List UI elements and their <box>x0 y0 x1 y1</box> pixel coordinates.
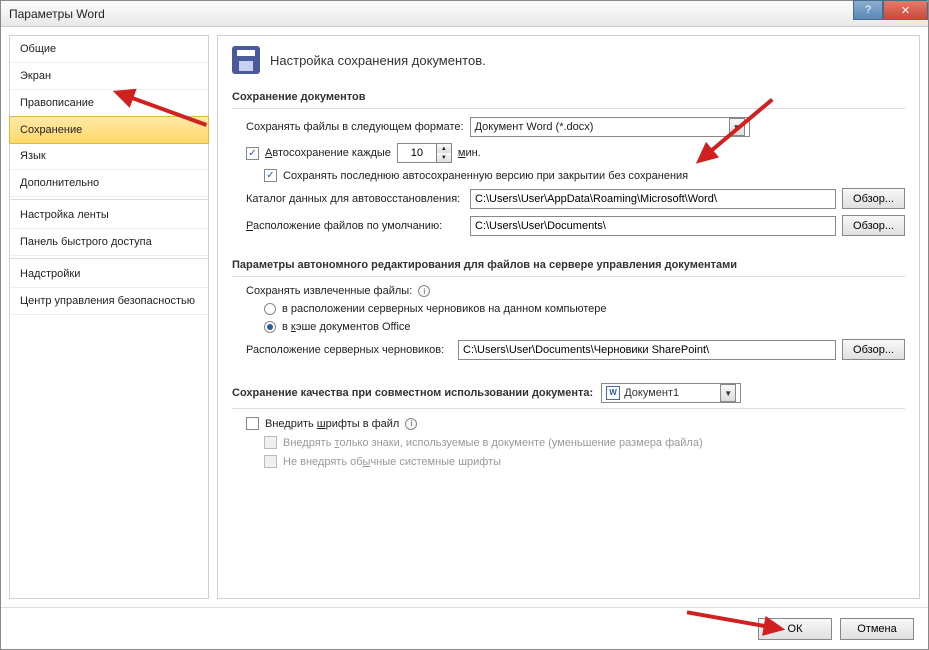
ok-button[interactable]: ОК <box>758 618 832 640</box>
dialog-footer: ОК Отмена <box>1 607 928 649</box>
embed-fonts-checkbox[interactable] <box>246 417 259 430</box>
server-drafts-label: Расположение серверных черновиков: <box>246 344 452 356</box>
save-icon <box>232 46 260 74</box>
keep-last-autosave-label: Сохранять последнюю автосохраненную верс… <box>283 170 688 182</box>
page-title: Настройка сохранения документов. <box>270 53 486 68</box>
sidebar-item-ribbon[interactable]: Настройка ленты <box>10 202 208 229</box>
chevron-down-icon: ▼ <box>729 118 745 136</box>
autosave-checkbox[interactable] <box>246 147 259 160</box>
sidebar: Общие Экран Правописание Сохранение Язык… <box>9 35 209 599</box>
radio-server-drafts-local-label: в расположении серверных черновиков на д… <box>282 303 606 315</box>
save-format-select[interactable]: Документ Word (*.docx) ▼ <box>470 117 750 137</box>
window-title: Параметры Word <box>5 7 105 21</box>
autosave-label: ААвтосохранение каждыевтосохранение кажд… <box>265 147 391 159</box>
titlebar: Параметры Word ? ✕ <box>1 1 928 27</box>
radio-office-cache[interactable] <box>264 321 276 333</box>
browse-server-drafts-button[interactable]: Обзор... <box>842 339 905 360</box>
default-location-label: Расположение файлов по умолчанию: <box>246 220 464 232</box>
window-controls: ? ✕ <box>853 0 928 20</box>
embed-only-used-checkbox <box>264 436 277 449</box>
dialog-body: Общие Экран Правописание Сохранение Язык… <box>1 27 928 607</box>
save-format-label: Сохранять файлы в следующем формате: <box>246 121 464 133</box>
section-save-docs: Сохранение документов <box>232 86 905 109</box>
default-location-input[interactable] <box>470 216 836 236</box>
no-system-fonts-label: Не внедрять обычные системные шрифты <box>283 456 501 468</box>
info-icon[interactable]: i <box>418 285 430 297</box>
chevron-down-icon: ▼ <box>720 384 736 402</box>
info-icon[interactable]: i <box>405 418 417 430</box>
cancel-button[interactable]: Отмена <box>840 618 914 640</box>
autorecover-path-label: Каталог данных для автовосстановления: <box>246 193 464 205</box>
sidebar-item-addins[interactable]: Надстройки <box>10 261 208 288</box>
autorecover-path-input[interactable] <box>470 189 836 209</box>
browse-default-button[interactable]: Обзор... <box>842 215 905 236</box>
section-offline-edit: Параметры автономного редактирования для… <box>232 254 905 277</box>
server-drafts-input[interactable] <box>458 340 836 360</box>
sidebar-item-trust[interactable]: Центр управления безопасностью <box>10 288 208 315</box>
sidebar-item-display[interactable]: Экран <box>10 63 208 90</box>
radio-office-cache-label: в кэше документов Office <box>282 321 411 333</box>
spinner-up[interactable]: ▲ <box>437 144 451 153</box>
autosave-interval-spinner[interactable]: ▲ ▼ <box>397 143 452 163</box>
save-checked-files-label: Сохранять извлеченные файлы: <box>246 285 412 297</box>
sidebar-item-save[interactable]: Сохранение <box>9 116 209 144</box>
options-dialog: Параметры Word ? ✕ Общие Экран Правописа… <box>0 0 929 650</box>
close-button[interactable]: ✕ <box>883 0 928 20</box>
sidebar-item-general[interactable]: Общие <box>10 36 208 63</box>
sidebar-item-advanced[interactable]: Дополнительно <box>10 170 208 197</box>
word-doc-icon <box>606 386 620 400</box>
embed-fonts-label: Внедрить шрифты в файл <box>265 418 399 430</box>
browse-autorecover-button[interactable]: Обзор... <box>842 188 905 209</box>
sidebar-item-qat[interactable]: Панель быстрого доступа <box>10 229 208 256</box>
autosave-unit: мин. <box>458 147 481 159</box>
keep-last-autosave-checkbox[interactable] <box>264 169 277 182</box>
no-system-fonts-checkbox <box>264 455 277 468</box>
page-header: Настройка сохранения документов. <box>232 46 905 74</box>
sidebar-item-proofing[interactable]: Правописание <box>10 90 208 117</box>
sidebar-item-language[interactable]: Язык <box>10 143 208 170</box>
content-panel: Настройка сохранения документов. Сохране… <box>217 35 920 599</box>
autosave-interval-input[interactable] <box>398 144 436 162</box>
document-select[interactable]: Документ1 ▼ <box>601 383 741 403</box>
help-button[interactable]: ? <box>853 0 883 20</box>
section-sharing-quality: Сохранение качества при совместном испол… <box>232 378 905 409</box>
spinner-down[interactable]: ▼ <box>437 153 451 162</box>
radio-server-drafts-local[interactable] <box>264 303 276 315</box>
embed-only-used-label: Внедрять только знаки, используемые в до… <box>283 437 703 449</box>
